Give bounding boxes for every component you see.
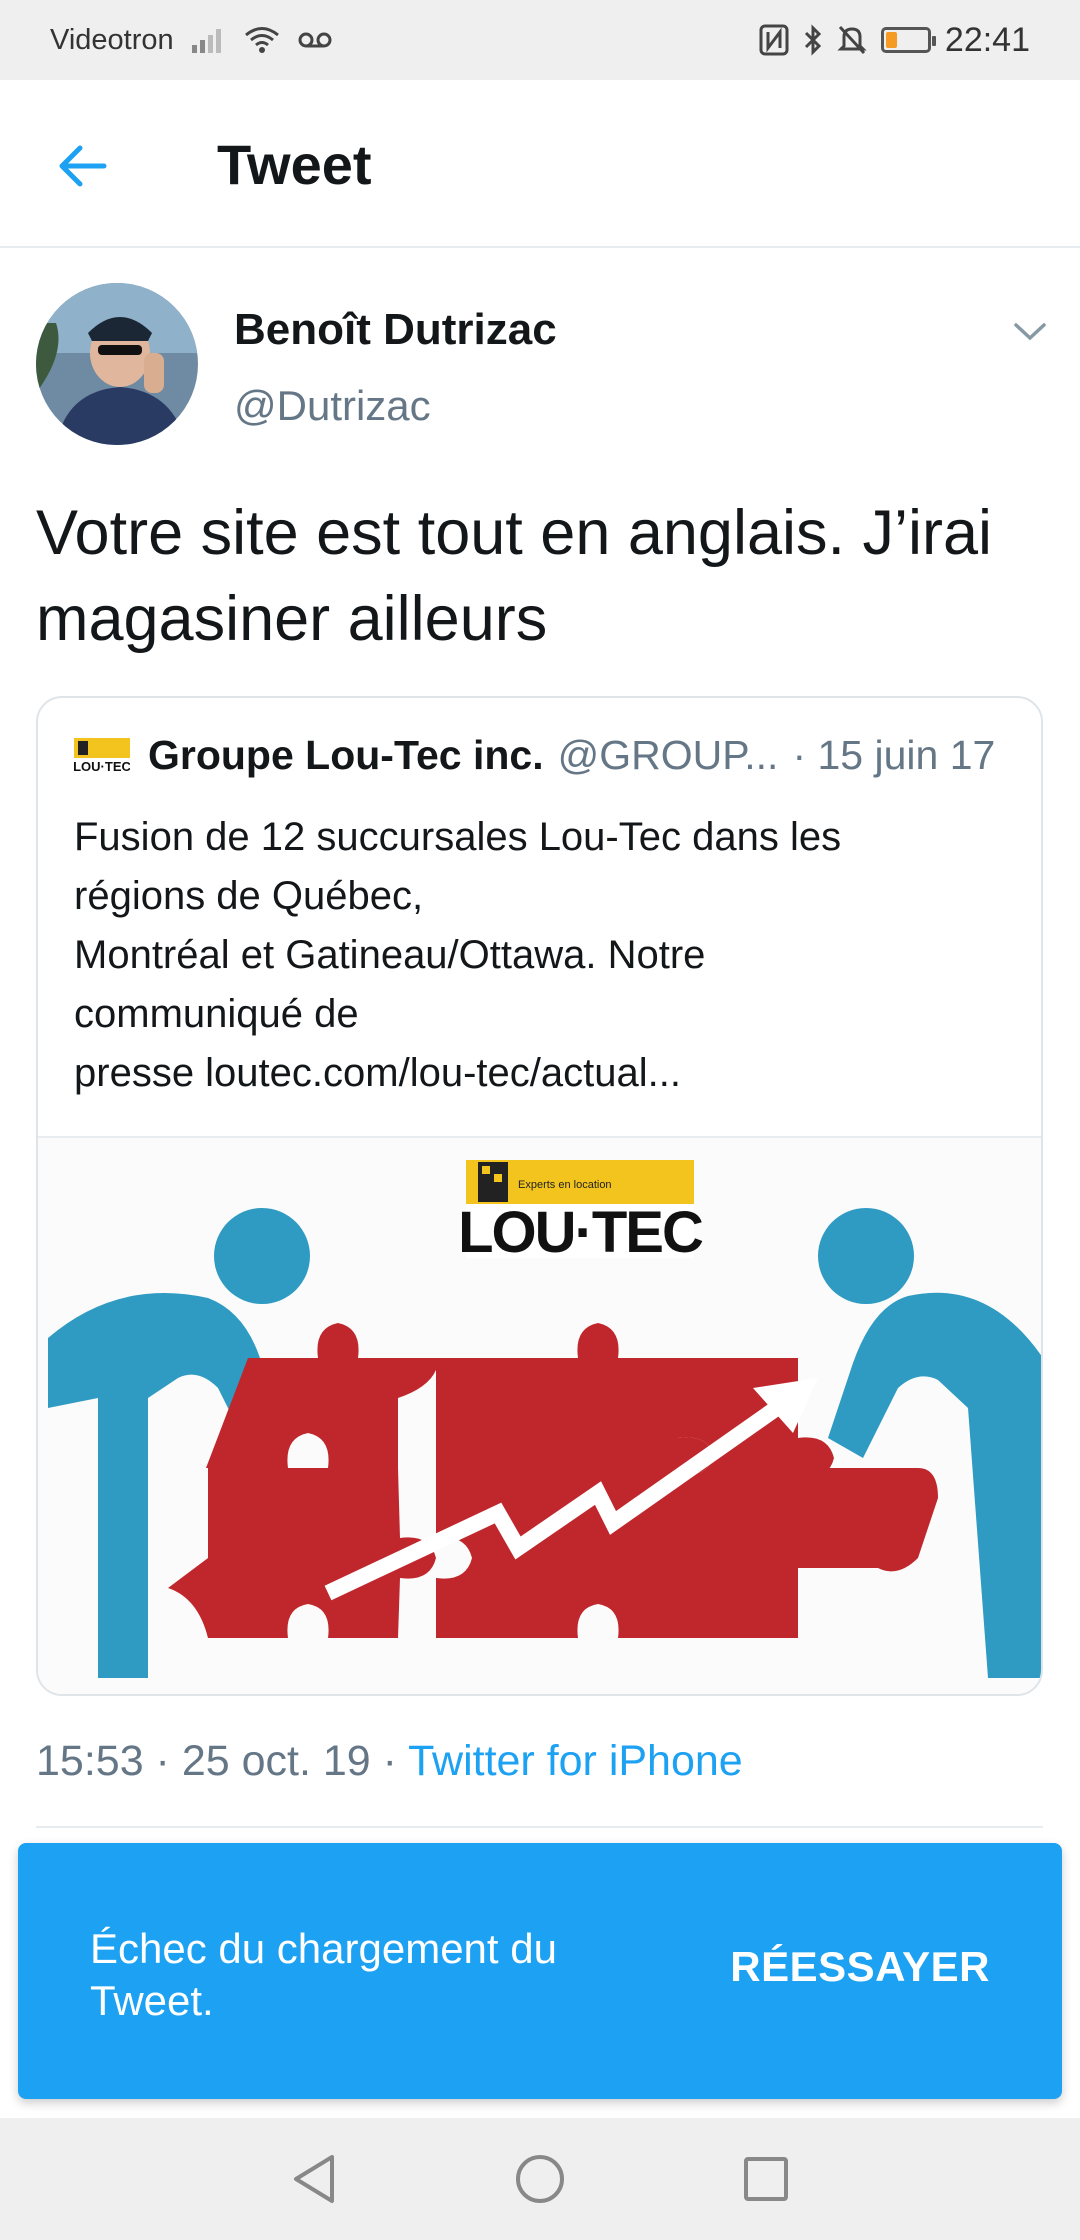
- quoted-text-line: Montréal et Gatineau/Ottawa. Notre: [74, 933, 706, 977]
- tweet-menu-button[interactable]: [1005, 312, 1055, 352]
- bluetooth-icon: [803, 24, 823, 56]
- clock: 22:41: [944, 20, 1030, 59]
- tweet-source-link[interactable]: Twitter for iPhone: [408, 1737, 743, 1785]
- divider: [36, 1826, 1043, 1828]
- arrow-left-icon: [59, 145, 107, 187]
- quoted-author-name: Groupe Lou-Tec inc.: [148, 732, 544, 778]
- loutec-logo-icon: LOU·TEC: [73, 737, 131, 774]
- svg-text:LOU·TEC: LOU·TEC: [458, 1200, 703, 1265]
- quoted-tweet-text: Fusion de 12 succursales Lou-Tec dans le…: [74, 808, 1014, 1103]
- quoted-tweet-image[interactable]: Experts en location LOU·TEC: [38, 1136, 1041, 1694]
- signal-icon: [191, 27, 226, 53]
- battery-icon: [880, 27, 936, 53]
- quoted-text-line: presse loutec.com/lou-tec/actual...: [74, 1051, 681, 1095]
- back-button[interactable]: [52, 136, 112, 196]
- loutec-image-logo: Experts en location LOU·TEC: [458, 1160, 705, 1265]
- triangle-back-icon: [294, 2155, 334, 2203]
- system-nav-bar: [0, 2118, 1080, 2240]
- nav-back-button[interactable]: [286, 2151, 342, 2207]
- top-app-bar: Tweet: [0, 80, 1080, 248]
- circle-home-icon: [516, 2155, 564, 2203]
- carrier-label: Videotron: [50, 23, 174, 56]
- tweet-text: Votre site est tout en anglais. J’irai m…: [36, 498, 993, 654]
- mute-icon: [837, 24, 867, 56]
- svg-text:Experts en location: Experts en location: [518, 1179, 612, 1191]
- quoted-tweet-header: LOU·TEC Groupe Lou-Tec inc. @GROUP... · …: [73, 732, 996, 779]
- retry-button[interactable]: RÉESSAYER: [730, 1943, 990, 1991]
- quoted-text-line: régions de Québec,: [74, 874, 424, 918]
- voicemail-icon: [298, 30, 332, 50]
- quoted-tweet-date: · 15 juin 17: [792, 732, 996, 778]
- chevron-down-icon: [1014, 323, 1046, 341]
- right-figure: [818, 1208, 1041, 1678]
- svg-text:LOU·TEC: LOU·TEC: [74, 759, 130, 774]
- quoted-text-line: Fusion de 12 succursales Lou-Tec dans le…: [74, 815, 842, 859]
- page-title: Tweet: [217, 133, 372, 196]
- nav-recents-button[interactable]: [738, 2151, 794, 2207]
- quoted-author-handle: @GROUP...: [557, 732, 779, 778]
- author-name[interactable]: Benoît Dutrizac: [234, 305, 557, 355]
- quoted-tweet-card[interactable]: LOU·TEC Groupe Lou-Tec inc. @GROUP... · …: [36, 696, 1043, 1696]
- square-recents-icon: [744, 2157, 788, 2201]
- quoted-text-line: communiqué de: [74, 992, 359, 1036]
- nav-home-button[interactable]: [512, 2151, 568, 2207]
- puzzle-pieces: [168, 1323, 938, 1638]
- tweet-meta: 15:53 · 25 oct. 19 · Twitter for iPhone: [36, 1737, 743, 1786]
- avatar[interactable]: [36, 283, 198, 445]
- author-handle[interactable]: @Dutrizac: [234, 382, 431, 430]
- snackbar-message: Échec du chargement du Tweet.: [90, 1925, 557, 2024]
- error-snackbar: Échec du chargement du Tweet. RÉESSAYER: [18, 1843, 1062, 2099]
- wifi-icon: [244, 26, 280, 54]
- status-bar: Videotron 22:41: [0, 0, 1080, 80]
- nfc-icon: [759, 24, 789, 56]
- tweet-timestamp: 15:53 · 25 oct. 19 ·: [36, 1737, 409, 1785]
